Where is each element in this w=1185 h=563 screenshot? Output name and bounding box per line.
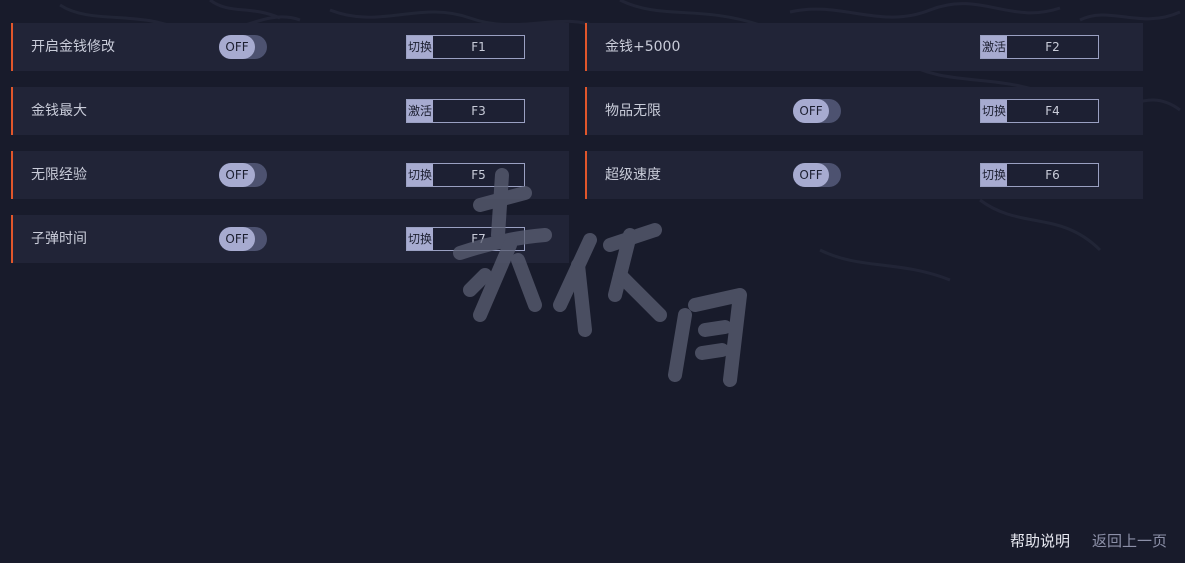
hotkey-field[interactable]: 切换 F4 xyxy=(980,99,1099,123)
cheat-label: 物品无限 xyxy=(605,103,661,119)
hotkey-key: F3 xyxy=(471,104,486,118)
cheat-row-money-edit: 开启金钱修改 OFF 切换 F1 xyxy=(11,23,569,71)
cheat-row-infinite-items: 物品无限 OFF 切换 F4 xyxy=(585,87,1143,135)
toggle-state: OFF xyxy=(793,163,829,187)
cheat-row-money-max: 金钱最大 激活 F3 xyxy=(11,87,569,135)
hotkey-mode: 切换 xyxy=(981,164,1007,186)
cheat-label: 金钱+5000 xyxy=(605,39,681,55)
hotkey-field[interactable]: 激活 F3 xyxy=(406,99,525,123)
hotkey-mode: 切换 xyxy=(407,164,433,186)
hotkey-mode: 切换 xyxy=(407,36,433,58)
hotkey-key: F5 xyxy=(471,168,486,182)
cheat-label: 金钱最大 xyxy=(31,103,87,119)
infinite-items-toggle[interactable]: OFF xyxy=(793,99,841,123)
toggle-state: OFF xyxy=(219,163,255,187)
bullet-time-toggle[interactable]: OFF xyxy=(219,227,267,251)
hotkey-key: F4 xyxy=(1045,104,1060,118)
back-link[interactable]: 返回上一页 xyxy=(1092,530,1167,551)
help-link[interactable]: 帮助说明 xyxy=(1010,530,1070,551)
cheat-label: 开启金钱修改 xyxy=(31,39,115,55)
hotkey-field[interactable]: 切换 F6 xyxy=(980,163,1099,187)
cheat-label: 超级速度 xyxy=(605,167,661,183)
infinite-exp-toggle[interactable]: OFF xyxy=(219,163,267,187)
hotkey-mode: 激活 xyxy=(981,36,1007,58)
toggle-state: OFF xyxy=(793,99,829,123)
cheat-row-money-plus: 金钱+5000 激活 F2 xyxy=(585,23,1143,71)
cheat-row-infinite-exp: 无限经验 OFF 切换 F5 xyxy=(11,151,569,199)
hotkey-mode: 切换 xyxy=(981,100,1007,122)
hotkey-mode: 切换 xyxy=(407,228,433,250)
cheat-row-super-speed: 超级速度 OFF 切换 F6 xyxy=(585,151,1143,199)
hotkey-key: F6 xyxy=(1045,168,1060,182)
toggle-state: OFF xyxy=(219,227,255,251)
hotkey-field[interactable]: 切换 F7 xyxy=(406,227,525,251)
super-speed-toggle[interactable]: OFF xyxy=(793,163,841,187)
toggle-state: OFF xyxy=(219,35,255,59)
hotkey-key: F1 xyxy=(471,40,486,54)
hotkey-mode: 激活 xyxy=(407,100,433,122)
cheat-row-bullet-time: 子弹时间 OFF 切换 F7 xyxy=(11,215,569,263)
footer-actions: 帮助说明 返回上一页 xyxy=(1010,530,1167,551)
money-edit-toggle[interactable]: OFF xyxy=(219,35,267,59)
hotkey-key: F7 xyxy=(471,232,486,246)
hotkey-field[interactable]: 激活 F2 xyxy=(980,35,1099,59)
hotkey-key: F2 xyxy=(1045,40,1060,54)
cheat-grid: 开启金钱修改 OFF 切换 F1 金钱+5000 激活 F2 金钱最大 激活 F… xyxy=(0,0,1185,563)
cheat-label: 子弹时间 xyxy=(31,231,87,247)
hotkey-field[interactable]: 切换 F5 xyxy=(406,163,525,187)
cheat-label: 无限经验 xyxy=(31,167,87,183)
hotkey-field[interactable]: 切换 F1 xyxy=(406,35,525,59)
